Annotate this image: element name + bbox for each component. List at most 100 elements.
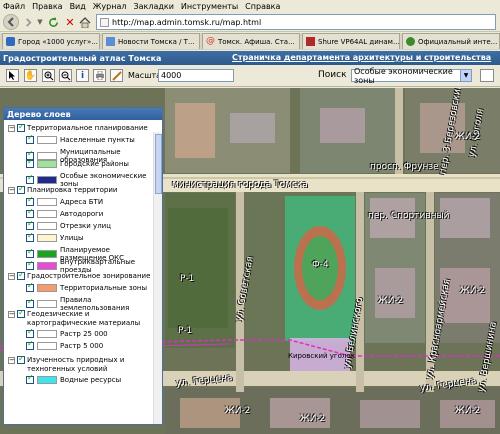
layer-item[interactable]: Адреса БТИ: [26, 196, 156, 206]
collapse-icon[interactable]: −: [8, 273, 15, 280]
group-checkbox[interactable]: [17, 184, 25, 194]
group-checkbox[interactable]: [17, 122, 25, 132]
tab-shure[interactable]: Shure VP64AL динам... ✕: [302, 33, 400, 49]
layer-swatch: [37, 210, 57, 218]
layer-checkbox[interactable]: [26, 158, 34, 168]
layer-group-territorial[interactable]: − Территориальное планирование: [8, 122, 156, 133]
select-arrow-tool[interactable]: [6, 69, 19, 82]
layer-tree-panel: Дерево слоев − Территориальное планирова…: [3, 107, 163, 425]
menu-bookmarks[interactable]: Закладки: [133, 2, 173, 11]
dept-link[interactable]: Страничка департамента архитектуры и стр…: [232, 53, 491, 62]
layer-tree-title: Дерево слоев: [4, 108, 162, 120]
tab-label: Томск. Афиша. Ста...: [218, 37, 295, 46]
zoom-in-tool[interactable]: [42, 69, 55, 82]
layer-checkbox[interactable]: [26, 374, 34, 384]
at-sign-icon: @: [206, 36, 215, 46]
zoom-out-icon: [61, 71, 70, 80]
layer-group-zoning[interactable]: − Градостроительное зонирование: [8, 270, 156, 281]
atlas-header: Градостроительный атлас Томска Страничка…: [0, 51, 500, 65]
layer-checkbox[interactable]: [26, 174, 34, 184]
layer-checkbox[interactable]: [26, 248, 34, 258]
search-category-select[interactable]: Особые экономические зоны ▼: [351, 66, 472, 85]
menu-history[interactable]: Журнал: [93, 2, 127, 11]
group-label: Градостроительное зонирование: [27, 272, 151, 280]
map-label-zone-r1b: Р-1: [178, 326, 193, 336]
menu-edit[interactable]: Правка: [32, 2, 62, 11]
home-icon: [79, 16, 91, 28]
search-button[interactable]: [480, 69, 494, 82]
forward-button[interactable]: [22, 14, 34, 30]
tab-label: Новости Томска / Т...: [118, 37, 195, 46]
layer-checkbox[interactable]: [26, 220, 34, 230]
layer-item[interactable]: Автодороги: [26, 208, 156, 218]
layer-checkbox[interactable]: [26, 298, 34, 308]
reload-button[interactable]: [46, 14, 60, 30]
layer-item[interactable]: Территориальные зоны: [26, 282, 156, 292]
layer-group-natural[interactable]: − Изученность природных и техногенных ус…: [8, 354, 156, 374]
layer-item[interactable]: Водные ресурсы: [26, 374, 156, 384]
stop-button[interactable]: ✕: [63, 14, 77, 30]
layer-checkbox[interactable]: [26, 196, 34, 206]
menu-help[interactable]: Справка: [245, 2, 280, 11]
layer-checkbox[interactable]: [26, 260, 34, 270]
layer-swatch: [37, 152, 57, 160]
print-tool[interactable]: [93, 69, 106, 82]
history-dropdown-icon[interactable]: ▼: [36, 14, 44, 30]
map-toolbar: ✋ i Масштаб: Поиск Особые экономические …: [0, 65, 500, 87]
tab-tomsk-news[interactable]: Новости Томска / Т... ✕: [102, 33, 200, 49]
layer-swatch: [37, 262, 57, 270]
collapse-icon[interactable]: −: [8, 125, 15, 132]
layer-checkbox[interactable]: [26, 282, 34, 292]
home-button[interactable]: [78, 14, 92, 30]
group-label: Планировка территории: [27, 186, 118, 194]
layer-item[interactable]: Растр 5 000: [26, 340, 156, 350]
group-checkbox[interactable]: [17, 354, 25, 364]
layer-checkbox[interactable]: [26, 134, 34, 144]
layer-checkbox[interactable]: [26, 340, 34, 350]
menu-tools[interactable]: Инструменты: [181, 2, 238, 11]
layer-item[interactable]: Улицы: [26, 232, 156, 242]
group-checkbox[interactable]: [17, 270, 25, 280]
layer-label: Населенные пункты: [60, 136, 135, 144]
layer-tree-scrollbar[interactable]: [153, 132, 162, 424]
zoom-out-tool[interactable]: [59, 69, 72, 82]
address-bar[interactable]: http://map.admin.tomsk.ru/map.html: [96, 14, 496, 30]
collapse-icon[interactable]: −: [8, 187, 15, 194]
collapse-icon[interactable]: −: [8, 357, 15, 364]
pan-hand-tool[interactable]: ✋: [24, 69, 37, 82]
collapse-icon[interactable]: −: [8, 311, 15, 318]
tab-1000-services[interactable]: Город «1000 услуг»... ✕: [2, 33, 100, 49]
layer-item[interactable]: Отрезки улиц: [26, 220, 156, 230]
layer-label: Улицы: [60, 234, 84, 242]
search-category-value: Особые экономические зоны: [354, 66, 453, 85]
map-label-zone-zh2-e: ЖИ-2: [225, 406, 251, 416]
layer-label: Отрезки улиц: [60, 222, 111, 230]
info-tool[interactable]: i: [76, 69, 89, 82]
menu-file[interactable]: Файл: [3, 2, 25, 11]
tab-official[interactable]: Официальный инте...: [402, 33, 500, 49]
chevron-down-icon: ▼: [460, 70, 471, 81]
layer-item[interactable]: Растр 25 000: [26, 328, 156, 338]
layer-checkbox[interactable]: [26, 232, 34, 242]
search-label: Поиск: [318, 70, 347, 80]
address-bar-url: http://map.admin.tomsk.ru/map.html: [112, 17, 262, 27]
layer-swatch: [37, 330, 57, 338]
menu-view[interactable]: Вид: [70, 2, 86, 11]
layer-group-planning[interactable]: − Планировка территории: [8, 184, 156, 195]
tab-label: Город «1000 услуг»...: [18, 37, 98, 46]
scale-input[interactable]: [158, 69, 234, 82]
measure-tool[interactable]: [110, 69, 123, 82]
layer-group-geodesy[interactable]: − Геодезические и картографические матер…: [8, 308, 156, 328]
layer-checkbox[interactable]: [26, 208, 34, 218]
navigation-toolbar: ▼ ✕ http://map.admin.tomsk.ru/map.html: [0, 12, 500, 32]
arrow-pointer-icon: [9, 70, 15, 80]
layer-tree-body: − Территориальное планирование Населенны…: [4, 120, 162, 424]
layer-item[interactable]: Городские районы: [26, 158, 156, 168]
tab-tomsk-afisha[interactable]: @ Томск. Афиша. Ста... ✕: [202, 33, 300, 49]
group-checkbox[interactable]: [17, 308, 25, 318]
back-button[interactable]: [3, 14, 19, 30]
map-label-zone-zh2: ЖИ-2: [378, 296, 404, 306]
layer-item[interactable]: Населенные пункты: [26, 134, 156, 144]
scrollbar-thumb[interactable]: [155, 134, 162, 194]
layer-checkbox[interactable]: [26, 328, 34, 338]
